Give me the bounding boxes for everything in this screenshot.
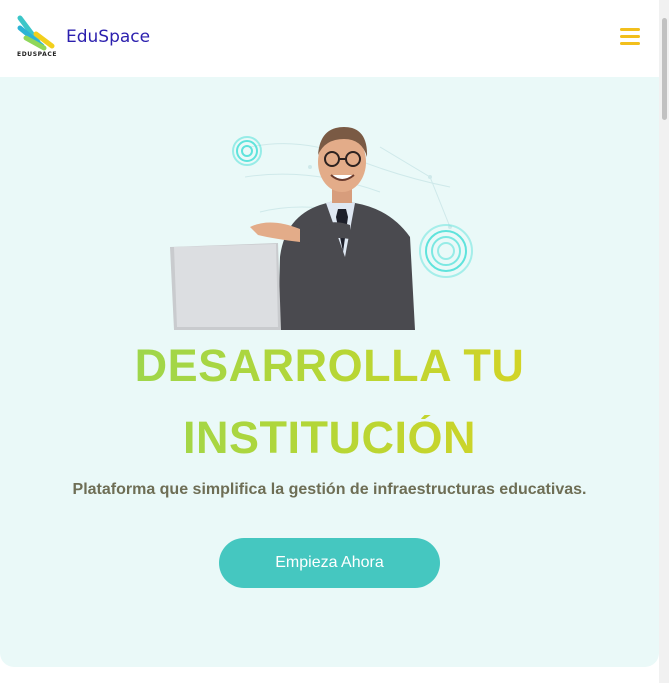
page: EDUSPACE EduSpace DESARROLLA TU INSTITUC… [0,0,669,683]
scrollbar-thumb[interactable] [662,18,667,120]
brand-name[interactable]: EduSpace [66,27,150,47]
hero-section: DESARROLLA TU INSTITUCIÓN Plataforma que… [0,77,659,667]
hero-subtitle: Plataforma que simplifica la gestión de … [72,481,587,498]
menu-bar [620,42,640,45]
hamburger-menu-icon[interactable] [620,28,640,46]
hero-title-line1: DESARROLLA TU [0,343,659,388]
menu-bar [620,28,640,31]
site-header: EDUSPACE EduSpace [0,0,659,77]
businessman-with-laptop-illustration [170,127,473,330]
hero-title-line2: INSTITUCIÓN [0,415,659,460]
start-now-button[interactable]: Empieza Ahora [219,538,440,588]
logo-caption: EDUSPACE [17,51,58,58]
menu-bar [620,35,640,38]
